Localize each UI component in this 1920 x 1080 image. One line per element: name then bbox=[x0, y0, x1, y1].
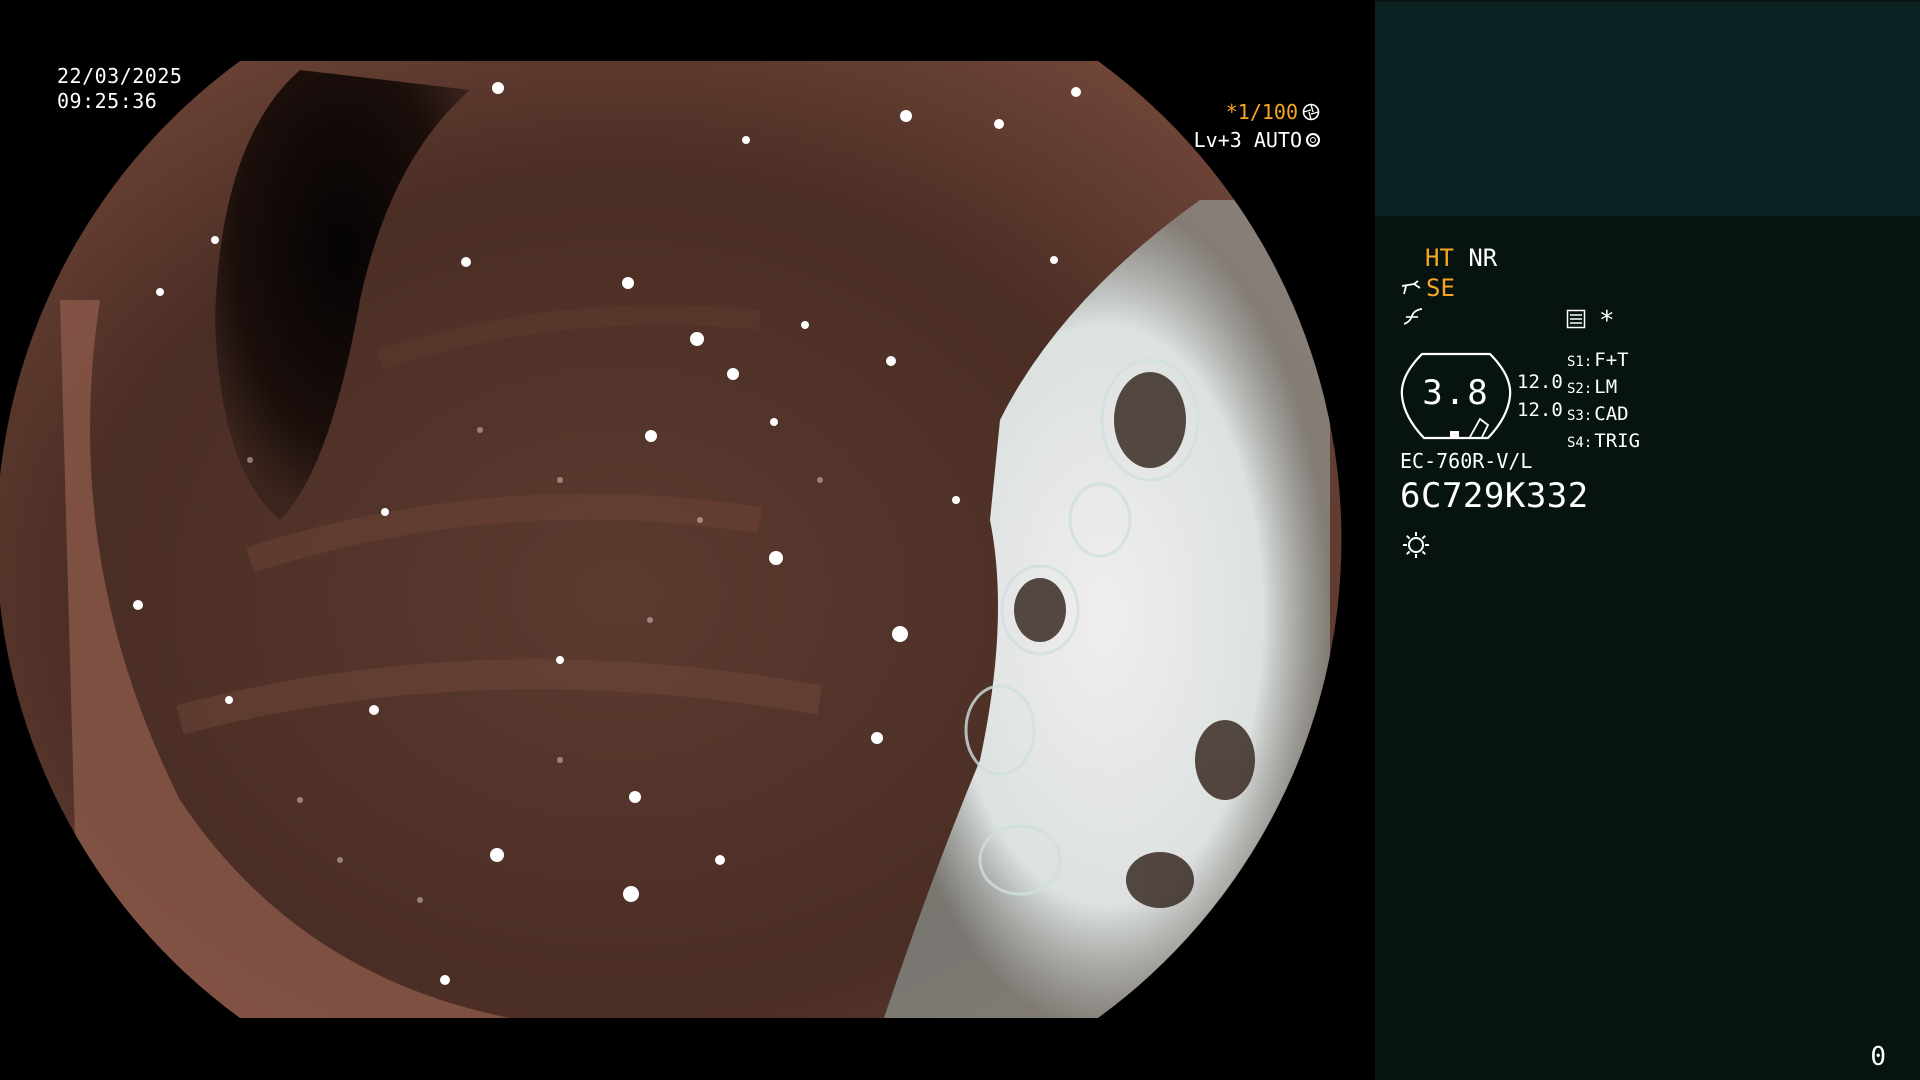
gauge-aux-bottom: 12.0 bbox=[1517, 399, 1563, 421]
switch-assignments: S1: F+T S2: LM S3: CAD S4: TRIG bbox=[1567, 348, 1640, 456]
iris-level-text: Lv+3 AUTO bbox=[1193, 128, 1302, 152]
date-text: 22/03/2025 bbox=[57, 64, 183, 88]
switch-row: S2: LM bbox=[1567, 376, 1618, 398]
exposure-readout: *1/100 Lv+3 AUTO bbox=[1194, 98, 1320, 154]
shutter-speed-text: *1/100 bbox=[1225, 100, 1298, 124]
ht-nr-row: HT NR bbox=[1425, 244, 1497, 272]
iris-ring-icon bbox=[1306, 133, 1320, 147]
panel-header-area bbox=[1375, 2, 1920, 216]
switch-row: S3: CAD bbox=[1567, 403, 1629, 425]
switch-row: S1: F+T bbox=[1567, 349, 1629, 371]
se-row: SE bbox=[1400, 274, 1455, 302]
image-counter: 0 bbox=[1870, 1042, 1886, 1072]
endoscopy-monitor: 22/03/2025 09:25:36 *1/100 Lv+3 AUTO HT bbox=[0, 0, 1920, 1080]
aperture-icon bbox=[1302, 103, 1320, 121]
menu-list-icon bbox=[1566, 309, 1586, 329]
gauge-value-text: 3.8 bbox=[1422, 373, 1490, 413]
time-text: 09:25:36 bbox=[57, 89, 158, 113]
scope-model-text: EC-760R-V/L bbox=[1400, 449, 1533, 473]
endoscope-viewport: 22/03/2025 09:25:36 *1/100 Lv+3 AUTO bbox=[0, 0, 1375, 1080]
gauge-aux-top: 12.0 bbox=[1517, 371, 1563, 393]
tone-curve-icon bbox=[1403, 308, 1423, 325]
asterisk-indicator: * bbox=[1599, 306, 1615, 336]
scope-tip-icon bbox=[1401, 280, 1421, 295]
ht-indicator: HT bbox=[1425, 244, 1454, 272]
nr-indicator: NR bbox=[1468, 244, 1498, 272]
status-panel bbox=[1375, 0, 1920, 1080]
endoscopic-image bbox=[0, 61, 1342, 1018]
date-time-readout: 22/03/2025 09:25:36 bbox=[57, 64, 182, 114]
se-indicator: SE bbox=[1426, 274, 1455, 302]
brightness-icon bbox=[1403, 532, 1429, 558]
switch-row: S4: TRIG bbox=[1567, 430, 1641, 452]
scope-serial-text: 6C729K332 bbox=[1400, 476, 1589, 516]
